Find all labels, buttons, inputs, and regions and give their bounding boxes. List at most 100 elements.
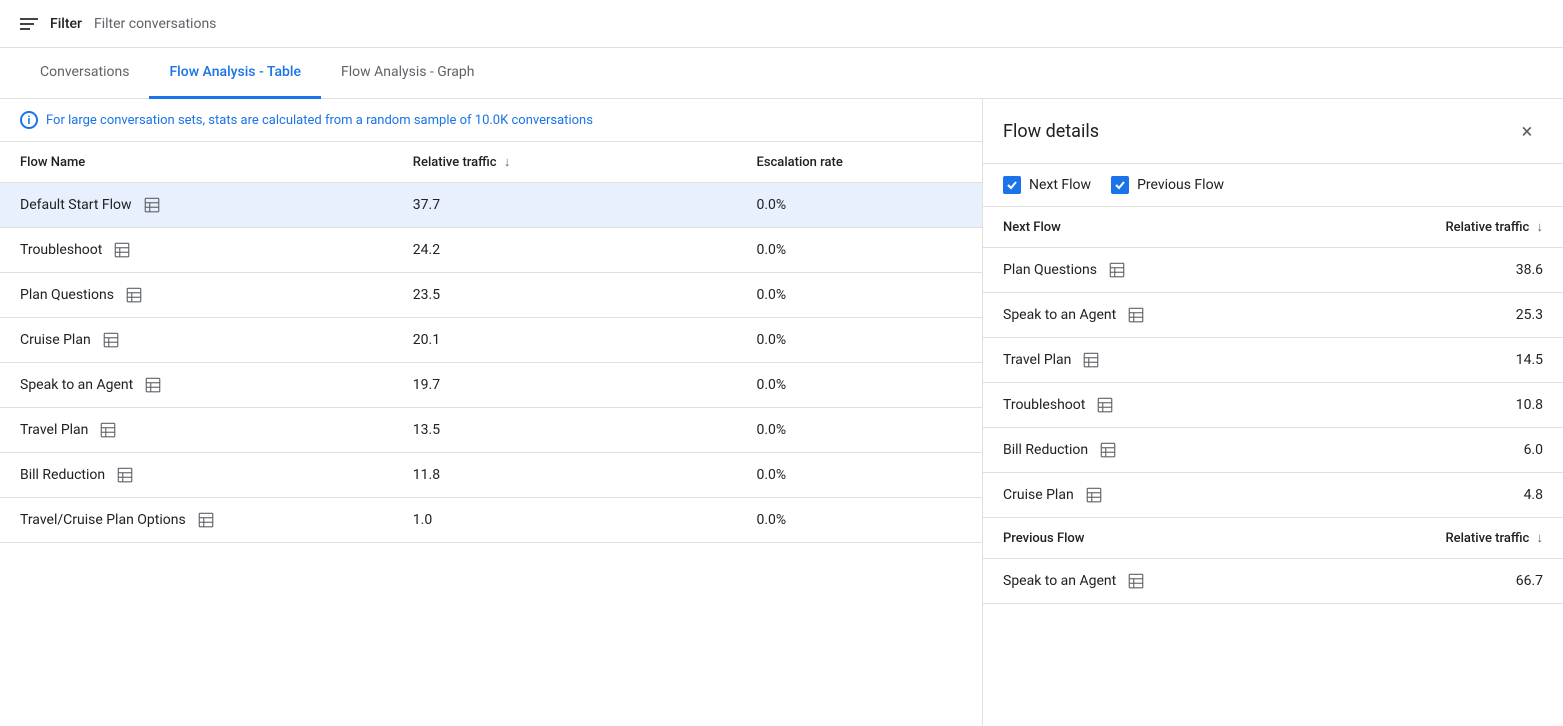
table-icon <box>112 240 132 260</box>
tab-conversations[interactable]: Conversations <box>20 48 149 99</box>
filter-icon[interactable] <box>20 18 38 30</box>
next-flow-name-text: Bill Reduction <box>1003 442 1088 458</box>
table-icon <box>1084 485 1104 505</box>
prev-flow-traffic-cell: 66.7 <box>1389 559 1563 604</box>
flow-name-cell: Bill Reduction <box>0 453 393 498</box>
flow-name-cell: Travel/Cruise Plan Options <box>0 498 393 543</box>
table-row[interactable]: Default Start Flow 37.7 0.0% <box>0 183 982 228</box>
table-row[interactable]: Plan Questions 23.5 0.0% <box>0 273 982 318</box>
filter-bar: Filter Filter conversations <box>0 0 1563 48</box>
escalation-rate-cell: 0.0% <box>736 228 982 273</box>
prev-flow-name-cell: Speak to an Agent <box>983 559 1389 604</box>
table-icon <box>1107 260 1127 280</box>
flow-name-cell: Default Start Flow <box>0 183 393 228</box>
table-row[interactable]: Travel/Cruise Plan Options 1.0 0.0% <box>0 498 982 543</box>
next-flow-traffic-cell: 10.8 <box>1389 383 1563 428</box>
table-icon <box>143 375 163 395</box>
next-flow-name-text: Troubleshoot <box>1003 397 1085 413</box>
next-flow-traffic-cell: 38.6 <box>1389 248 1563 293</box>
escalation-rate-cell: 0.0% <box>736 318 982 363</box>
next-flow-name-cell: Plan Questions <box>983 248 1389 293</box>
checkbox-previous-flow-box[interactable] <box>1111 176 1129 194</box>
flow-name-text: Default Start Flow <box>20 197 132 213</box>
relative-traffic-cell: 20.1 <box>393 318 737 363</box>
next-flow-name-cell: Travel Plan <box>983 338 1389 383</box>
next-flow-col-traffic[interactable]: Relative traffic ↓ <box>1389 207 1563 248</box>
next-flow-traffic-cell: 14.5 <box>1389 338 1563 383</box>
checkmark-icon-2 <box>1114 179 1126 191</box>
sort-arrow-traffic: ↓ <box>504 155 511 170</box>
flow-table: Flow Name Relative traffic ↓ Escalation … <box>0 142 982 543</box>
table-icon <box>142 195 162 215</box>
table-row[interactable]: Bill Reduction 11.8 0.0% <box>0 453 982 498</box>
col-escalation-rate[interactable]: Escalation rate <box>736 142 982 183</box>
table-icon <box>98 420 118 440</box>
flow-name-text: Plan Questions <box>20 287 114 303</box>
flow-name-cell: Troubleshoot <box>0 228 393 273</box>
relative-traffic-cell: 23.5 <box>393 273 737 318</box>
flow-name-cell: Travel Plan <box>0 408 393 453</box>
list-item[interactable]: Plan Questions 38.6 <box>983 248 1563 293</box>
table-icon <box>1126 305 1146 325</box>
table-row[interactable]: Troubleshoot 24.2 0.0% <box>0 228 982 273</box>
info-banner: i For large conversation sets, stats are… <box>0 99 982 142</box>
table-header-row: Flow Name Relative traffic ↓ Escalation … <box>0 142 982 183</box>
next-flow-traffic-cell: 6.0 <box>1389 428 1563 473</box>
flow-name-text: Travel/Cruise Plan Options <box>20 512 186 528</box>
list-item[interactable]: Troubleshoot 10.8 <box>983 383 1563 428</box>
checkbox-next-flow-box[interactable] <box>1003 176 1021 194</box>
main-layout: i For large conversation sets, stats are… <box>0 99 1563 726</box>
checkbox-next-flow[interactable]: Next Flow <box>1003 176 1091 194</box>
table-row[interactable]: Travel Plan 13.5 0.0% <box>0 408 982 453</box>
prev-flow-name-text: Speak to an Agent <box>1003 573 1116 589</box>
escalation-rate-cell: 0.0% <box>736 498 982 543</box>
filter-label: Filter <box>50 16 82 32</box>
escalation-rate-cell: 0.0% <box>736 453 982 498</box>
next-flow-section: Next Flow Relative traffic ↓ Plan Questi… <box>983 207 1563 518</box>
tab-flow-analysis-graph[interactable]: Flow Analysis - Graph <box>321 48 495 99</box>
flow-name-text: Bill Reduction <box>20 467 105 483</box>
relative-traffic-cell: 24.2 <box>393 228 737 273</box>
relative-traffic-cell: 11.8 <box>393 453 737 498</box>
right-panel: Flow details × Next Flow Previous Flow <box>983 99 1563 726</box>
table-icon <box>101 330 121 350</box>
tabs-bar: Conversations Flow Analysis - Table Flow… <box>0 48 1563 99</box>
next-flow-name-cell: Troubleshoot <box>983 383 1389 428</box>
checkbox-next-flow-label: Next Flow <box>1029 177 1091 193</box>
col-relative-traffic[interactable]: Relative traffic ↓ <box>393 142 737 183</box>
previous-flow-col-name[interactable]: Previous Flow <box>983 518 1389 559</box>
close-button[interactable]: × <box>1511 115 1543 147</box>
next-flow-name-cell: Cruise Plan <box>983 473 1389 518</box>
next-flow-name-text: Plan Questions <box>1003 262 1097 278</box>
next-flow-header-row: Next Flow Relative traffic ↓ <box>983 207 1563 248</box>
table-row[interactable]: Speak to an Agent 19.7 0.0% <box>0 363 982 408</box>
table-row[interactable]: Cruise Plan 20.1 0.0% <box>0 318 982 363</box>
tab-flow-analysis-table[interactable]: Flow Analysis - Table <box>149 48 321 99</box>
checkboxes-row: Next Flow Previous Flow <box>983 164 1563 207</box>
list-item[interactable]: Speak to an Agent 66.7 <box>983 559 1563 604</box>
left-panel: i For large conversation sets, stats are… <box>0 99 983 726</box>
previous-flow-section: Previous Flow Relative traffic ↓ Speak t… <box>983 518 1563 604</box>
table-icon <box>1126 571 1146 591</box>
list-item[interactable]: Speak to an Agent 25.3 <box>983 293 1563 338</box>
col-flow-name[interactable]: Flow Name <box>0 142 393 183</box>
flow-name-cell: Speak to an Agent <box>0 363 393 408</box>
previous-flow-table: Previous Flow Relative traffic ↓ Speak t… <box>983 518 1563 603</box>
escalation-rate-cell: 0.0% <box>736 363 982 408</box>
previous-flow-col-traffic[interactable]: Relative traffic ↓ <box>1389 518 1563 559</box>
list-item[interactable]: Bill Reduction 6.0 <box>983 428 1563 473</box>
next-flow-traffic-cell: 25.3 <box>1389 293 1563 338</box>
checkbox-previous-flow[interactable]: Previous Flow <box>1111 176 1224 194</box>
checkmark-icon <box>1006 179 1018 191</box>
table-icon <box>124 285 144 305</box>
next-flow-traffic-cell: 4.8 <box>1389 473 1563 518</box>
previous-flow-header-row: Previous Flow Relative traffic ↓ <box>983 518 1563 559</box>
next-flow-col-name[interactable]: Next Flow <box>983 207 1389 248</box>
list-item[interactable]: Travel Plan 14.5 <box>983 338 1563 383</box>
relative-traffic-cell: 37.7 <box>393 183 737 228</box>
flow-name-cell: Cruise Plan <box>0 318 393 363</box>
relative-traffic-cell: 13.5 <box>393 408 737 453</box>
list-item[interactable]: Cruise Plan 4.8 <box>983 473 1563 518</box>
filter-placeholder: Filter conversations <box>94 16 216 32</box>
info-text: For large conversation sets, stats are c… <box>46 113 593 128</box>
